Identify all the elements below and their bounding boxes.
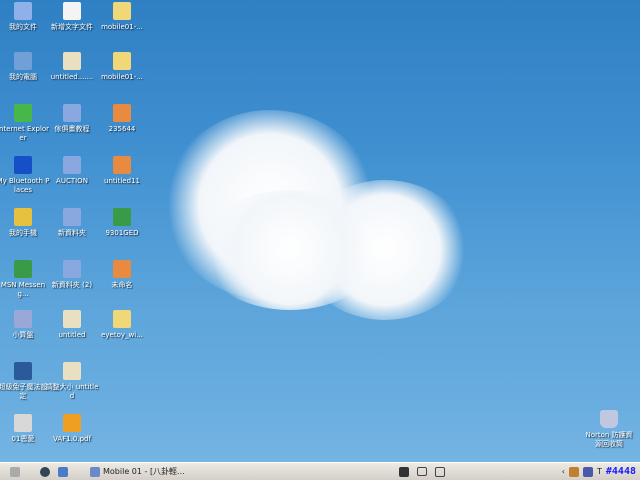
task-label: Mobile 01 - [八卦輕... [103, 467, 185, 476]
icon-label: Internet Explorer [0, 125, 50, 142]
desktop-icon[interactable]: untitled....... [45, 52, 99, 82]
photo-file-icon [113, 156, 131, 174]
image-file-icon [63, 52, 81, 70]
window-icon [90, 466, 100, 477]
icon-label: mobile01-... [101, 73, 143, 81]
icon-label: MSN Messeng... [0, 281, 46, 298]
desktop-icon[interactable]: 新資料夾 [45, 208, 99, 238]
icon-label: 我的手機 [9, 229, 37, 237]
photo-file-icon [113, 260, 131, 278]
network-icon[interactable] [569, 466, 579, 477]
super-rabbit-icon [14, 362, 32, 380]
msn-messenger-icon [14, 260, 32, 278]
desktop-icon[interactable]: 超級兔子魔法設定 [0, 362, 50, 401]
chevron-left-icon[interactable]: ‹ [562, 467, 565, 476]
icon-label: untitled....... [50, 73, 94, 81]
desktop-icon[interactable]: 01恩愛 [0, 414, 50, 444]
folder-icon [63, 208, 81, 226]
icon-label: 01恩愛 [11, 435, 35, 443]
icon-label: Norton 防護資源回收筒 [585, 431, 633, 448]
desktop-icon[interactable]: MSN Messeng... [0, 260, 50, 299]
desktop-icon[interactable]: 調整大小 untitled [45, 362, 99, 401]
desktop-icon[interactable]: 235644 [95, 104, 149, 134]
my-computer-icon [14, 52, 32, 70]
monitor-icon[interactable] [583, 466, 593, 477]
desktop-icon[interactable]: untitled [45, 310, 99, 340]
excel-file-icon [113, 208, 131, 226]
desktop-icon[interactable]: 新增文字文件 [45, 2, 99, 32]
icon-label: 我的電腦 [9, 73, 37, 81]
folder-icon [63, 260, 81, 278]
desktop-icon[interactable]: 小算盤 [0, 310, 50, 340]
desktop-icon[interactable]: mobile01-... [95, 52, 149, 82]
icon-label: eyetoy_wi... [101, 331, 143, 339]
image-file-icon [63, 362, 81, 380]
desktop-icon[interactable]: 傢俱畫教程 [45, 104, 99, 134]
desktop-icon[interactable]: VAF1.0.pdf [45, 414, 99, 444]
icon-label: 未命名 [111, 281, 133, 289]
taskbar: Mobile 01 - [八卦輕... ‹ T #4448 [0, 462, 640, 480]
desktop-icon[interactable]: 未命名 [95, 260, 149, 290]
calculator-icon [14, 310, 32, 328]
my-phone-icon [14, 208, 32, 226]
folder-icon [63, 104, 81, 122]
bluetooth-icon [14, 156, 32, 174]
desktop-icon[interactable]: AUCTION [45, 156, 99, 186]
desktop-icon[interactable]: Internet Explorer [0, 104, 50, 143]
desktop-icon[interactable]: untitled11 [95, 156, 149, 186]
desktop-icon[interactable]: eyetoy_wi... [95, 310, 149, 340]
folder-icon [63, 156, 81, 174]
icon-label: 9301GED [105, 229, 139, 237]
icon-label: 小算盤 [12, 331, 34, 339]
quick-launch-ie-icon[interactable] [58, 466, 68, 477]
recycle-bin-icon [600, 410, 618, 428]
desktop-icon[interactable]: 9301GED [95, 208, 149, 238]
desktop-icon[interactable]: 我的手機 [0, 208, 50, 238]
photo-file-icon [113, 104, 131, 122]
desktop-icon[interactable]: 新資料夾 (2) [45, 260, 99, 290]
start-icon[interactable] [10, 466, 20, 477]
zip-folder-icon [113, 2, 131, 20]
icon-label: untitled [58, 331, 86, 339]
desktop-icon[interactable]: 我的電腦 [0, 52, 50, 82]
icon-label: 新資料夾 [58, 229, 86, 237]
text-file-icon [63, 2, 81, 20]
my-documents-icon [14, 2, 32, 20]
icon-label: 新資料夾 (2) [51, 281, 93, 289]
icon-label: 新增文字文件 [51, 23, 93, 31]
app-icon [14, 414, 32, 432]
image-file-icon [63, 310, 81, 328]
zip-folder-icon [113, 310, 131, 328]
desktop-icon[interactable]: mobile01-... [95, 2, 149, 32]
icon-label: 超級兔子魔法設定 [0, 383, 48, 400]
media-player-icon [63, 414, 81, 432]
desktop-icon-recycle-bin[interactable]: Norton 防護資源回收筒 [582, 410, 636, 449]
desktop-icon[interactable]: My Bluetooth Places [0, 156, 50, 195]
icon-label: untitled11 [104, 177, 140, 185]
icon-label: AUCTION [56, 177, 88, 185]
icon-label: My Bluetooth Places [0, 177, 50, 194]
icon-label: 235644 [108, 125, 136, 133]
help-icon[interactable] [434, 466, 445, 477]
icon-label: 調整大小 untitled [45, 383, 99, 400]
icon-label: 我的文件 [9, 23, 37, 31]
printer-icon[interactable] [416, 467, 427, 476]
icon-label: 傢俱畫教程 [54, 125, 90, 133]
clock[interactable]: #4448 [606, 466, 636, 477]
keyboard-icon[interactable] [398, 466, 409, 477]
quick-launch-globe-icon[interactable] [40, 466, 50, 477]
zip-folder-icon [113, 52, 131, 70]
desktop-icon[interactable]: 我的文件 [0, 2, 50, 32]
clock-prefix: T [597, 467, 602, 476]
internet-explorer-icon [14, 104, 32, 122]
icon-label: mobile01-... [101, 23, 143, 31]
icon-label: VAF1.0.pdf [53, 435, 91, 443]
taskbar-button-mobile01[interactable]: Mobile 01 - [八卦輕... [86, 465, 189, 478]
system-tray: ‹ T #4448 [562, 466, 640, 477]
